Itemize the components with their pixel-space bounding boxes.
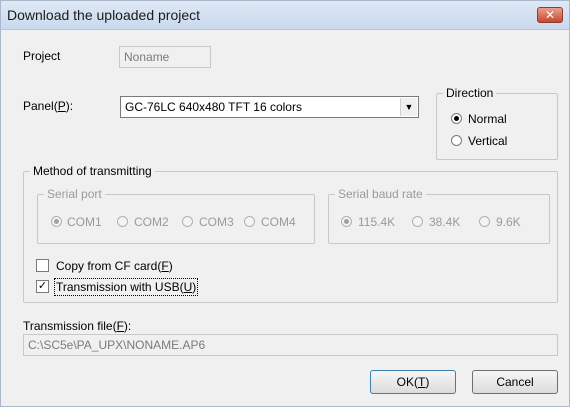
baud-115k-label[interactable]: 115.4K: [358, 215, 395, 229]
baud-38k-radio[interactable]: [412, 216, 423, 227]
com3-label[interactable]: COM3: [199, 215, 234, 229]
chevron-down-icon[interactable]: ▼: [400, 98, 417, 116]
project-label: Project: [23, 49, 61, 63]
close-icon: ✕: [544, 8, 556, 22]
panel-select[interactable]: GC-76LC 640x480 TFT 16 colors ▼: [120, 96, 419, 118]
baud-9k-radio[interactable]: [479, 216, 490, 227]
project-value: Noname: [124, 50, 170, 64]
direction-vertical-radio[interactable]: [451, 135, 462, 146]
com4-radio[interactable]: [244, 216, 255, 227]
com3-radio[interactable]: [182, 216, 193, 227]
direction-group: Direction: [436, 86, 558, 160]
baud-38k-label[interactable]: 38.4K: [429, 215, 460, 229]
baud-rate-legend: Serial baud rate: [335, 187, 426, 201]
direction-normal-label[interactable]: Normal: [468, 112, 507, 126]
transmission-file-label: Transmission file(F):: [23, 319, 132, 333]
window-title: Download the uploaded project: [7, 7, 201, 23]
usb-checkbox[interactable]: ✓: [36, 280, 49, 293]
com2-label[interactable]: COM2: [134, 215, 169, 229]
com2-radio[interactable]: [117, 216, 128, 227]
project-field: Noname: [119, 46, 211, 68]
checkmark-icon: ✓: [37, 280, 48, 292]
close-button[interactable]: ✕: [537, 7, 563, 23]
com4-label[interactable]: COM4: [261, 215, 296, 229]
transmission-file-field: C:\SC5e\PA_UPX\NONAME.AP6: [23, 334, 558, 356]
com1-radio[interactable]: [51, 216, 62, 227]
dialog-window: Download the uploaded project ✕ Project …: [0, 0, 570, 407]
cf-card-label[interactable]: Copy from CF card(F): [56, 259, 173, 273]
cancel-button[interactable]: Cancel: [472, 370, 558, 394]
direction-vertical-label[interactable]: Vertical: [468, 134, 507, 148]
transmission-file-value: C:\SC5e\PA_UPX\NONAME.AP6: [28, 338, 206, 352]
panel-selected-value: GC-76LC 640x480 TFT 16 colors: [125, 100, 302, 114]
baud-9k-label[interactable]: 9.6K: [496, 215, 521, 229]
title-bar[interactable]: Download the uploaded project ✕: [1, 1, 569, 30]
com1-label[interactable]: COM1: [67, 215, 102, 229]
method-legend: Method of transmitting: [30, 164, 155, 178]
baud-115k-radio[interactable]: [341, 216, 352, 227]
ok-button[interactable]: OK(T): [370, 370, 456, 394]
direction-normal-radio[interactable]: [451, 113, 462, 124]
direction-legend: Direction: [443, 86, 497, 100]
usb-label[interactable]: Transmission with USB(U): [53, 278, 199, 296]
serial-port-legend: Serial port: [44, 187, 105, 201]
cf-card-checkbox[interactable]: [36, 259, 49, 272]
panel-label: Panel(P):: [23, 99, 74, 113]
